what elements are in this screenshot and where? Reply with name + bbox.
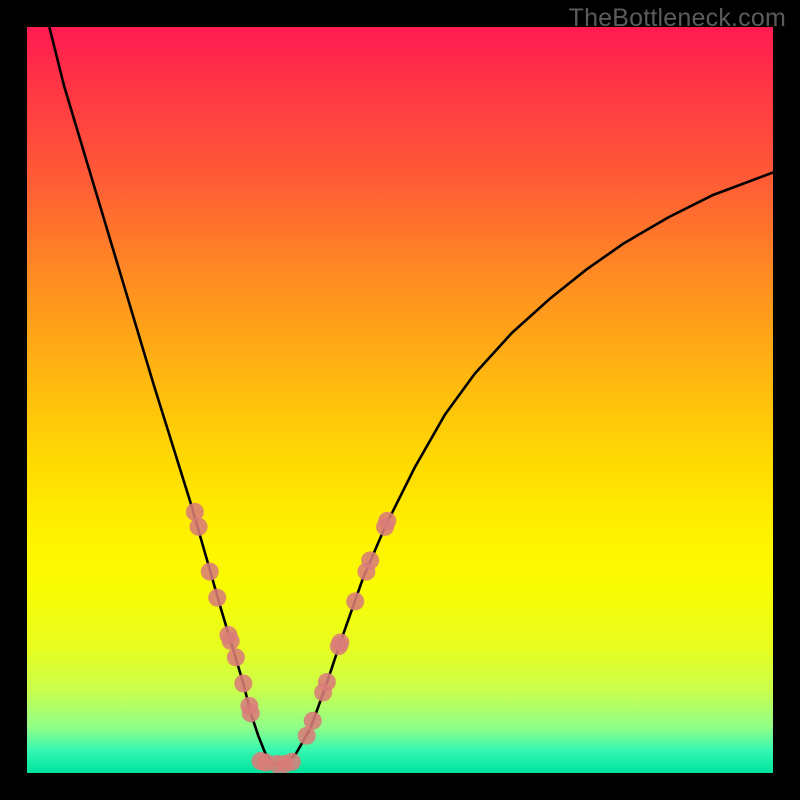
marker-dot bbox=[201, 563, 219, 581]
highlighted-points bbox=[186, 503, 396, 773]
chart-svg bbox=[27, 27, 773, 773]
chart-frame: TheBottleneck.com bbox=[0, 0, 800, 800]
marker-dot bbox=[208, 589, 226, 607]
watermark-text: TheBottleneck.com bbox=[569, 4, 786, 33]
marker-dot bbox=[234, 674, 252, 692]
marker-dot bbox=[283, 753, 301, 771]
marker-dot bbox=[378, 512, 396, 530]
curve-path-group bbox=[49, 27, 773, 764]
marker-dot bbox=[304, 712, 322, 730]
marker-dot bbox=[222, 632, 240, 650]
marker-dot bbox=[242, 704, 260, 722]
marker-dot bbox=[227, 648, 245, 666]
bottleneck-curve bbox=[49, 27, 773, 764]
marker-dot bbox=[190, 518, 208, 536]
marker-dot bbox=[318, 673, 336, 691]
marker-dot bbox=[361, 551, 379, 569]
plot-area bbox=[27, 27, 773, 773]
marker-dot bbox=[331, 633, 349, 651]
marker-dot bbox=[346, 592, 364, 610]
